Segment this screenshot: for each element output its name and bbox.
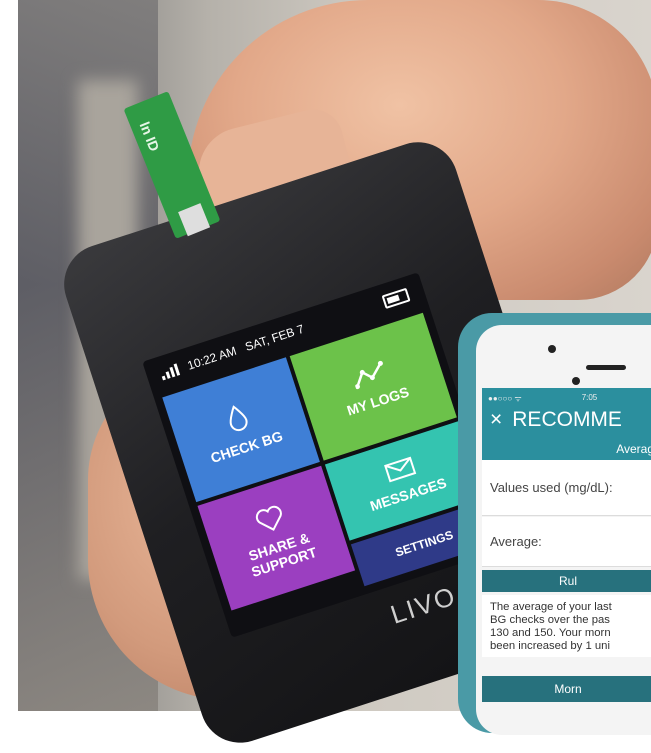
front-sensor: [548, 345, 556, 353]
recommendation-line: The average of your last: [490, 601, 612, 613]
share-support-label: SHARE & SUPPORT: [246, 529, 319, 580]
heart-icon: [255, 505, 282, 531]
wifi-icon: ●●○○○ ᯤ: [488, 394, 522, 403]
average-section-bar: Averag: [482, 438, 651, 460]
recommendation-text: The average of your last BG checks over …: [482, 595, 651, 657]
page-title: RECOMME: [512, 408, 622, 431]
speaker-grille: [586, 365, 626, 370]
envelope-icon: [384, 456, 417, 483]
battery-icon: [381, 287, 411, 310]
recommendation-line: 130 and 150. Your morn: [490, 627, 611, 639]
values-used-label: Values used (mg/dL):: [490, 480, 613, 495]
drop-icon: [229, 405, 248, 432]
smartphone: ●●○○○ ᯤ 7:05 × RECOMME Averag Values use…: [458, 313, 651, 735]
messages-label: MESSAGES: [367, 474, 449, 515]
chart-icon: [354, 360, 383, 390]
average-row: Average:: [482, 517, 651, 567]
meter-time: 10:22 AM: [185, 343, 239, 373]
my-logs-label: MY LOGS: [344, 383, 411, 419]
signal-icon: [159, 363, 181, 381]
phone-status-bar: ●●○○○ ᯤ 7:05: [488, 393, 651, 404]
rule-section-bar: Rul: [482, 570, 651, 592]
meter-date: SAT, FEB 7: [243, 321, 306, 354]
recommendation-line: been increased by 1 uni: [490, 640, 610, 652]
test-strip-label: ln ID: [136, 119, 163, 154]
phone-time: 7:05: [581, 393, 598, 402]
settings-label: SETTINGS: [393, 527, 455, 560]
check-bg-label: CHECK BG: [208, 427, 285, 466]
recommendation-line: BG checks over the pas: [490, 614, 610, 626]
close-icon[interactable]: ×: [490, 408, 502, 432]
average-label: Average:: [490, 534, 542, 549]
morning-section-bar: Morn: [482, 676, 651, 702]
front-camera: [572, 377, 580, 385]
values-used-row: Values used (mg/dL):: [482, 460, 651, 516]
